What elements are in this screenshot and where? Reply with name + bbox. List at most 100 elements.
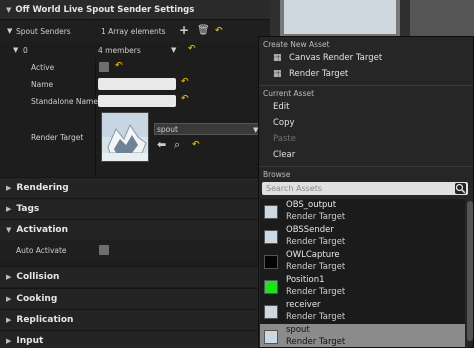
current-asset-header: Current Asset bbox=[263, 88, 315, 98]
active-label: Active bbox=[31, 63, 55, 72]
collapse-triangle-icon[interactable]: ▼ bbox=[7, 26, 12, 36]
category-input-label: Input bbox=[16, 336, 44, 346]
category-cooking-label: Cooking bbox=[16, 294, 58, 304]
clear-menu-item[interactable]: Clear bbox=[259, 147, 473, 162]
search-assets-input[interactable]: Search Assets bbox=[262, 182, 468, 195]
asset-list[interactable]: OBS_output Render Target OBSSender Rende… bbox=[260, 199, 465, 347]
asset-item-owlcapture[interactable]: OWLCapture Render Target bbox=[260, 249, 465, 274]
create-canvas-render-target-item[interactable]: ▦ Canvas Render Target bbox=[259, 50, 473, 65]
black-thumbnail-icon bbox=[264, 255, 278, 269]
category-replication[interactable]: ▶ Replication bbox=[0, 309, 270, 330]
reset-arrow-icon[interactable]: ↶ bbox=[192, 140, 200, 150]
asset-name: OBSSender bbox=[286, 225, 334, 235]
section-divider bbox=[259, 166, 473, 167]
chevron-down-icon[interactable]: ▼ bbox=[171, 45, 176, 55]
standalone-name-label: Standalone Name bbox=[31, 97, 98, 106]
use-selected-arrow-left-icon[interactable]: ⬅ bbox=[157, 139, 166, 150]
asset-item-receiver[interactable]: receiver Render Target bbox=[260, 299, 465, 324]
spout-senders-label: Spout Senders bbox=[16, 27, 71, 36]
name-input[interactable] bbox=[98, 78, 176, 90]
menu-item-label: Edit bbox=[273, 101, 290, 112]
asset-item-obssender[interactable]: OBSSender Render Target bbox=[260, 224, 465, 249]
auto-activate-label: Auto Activate bbox=[16, 246, 67, 255]
expand-triangle-icon: ▶ bbox=[6, 205, 12, 213]
name-label: Name bbox=[31, 80, 54, 89]
asset-item-obs-output[interactable]: OBS_output Render Target bbox=[260, 199, 465, 224]
asset-name: OBS_output bbox=[286, 200, 337, 210]
menu-item-label: Copy bbox=[273, 117, 295, 128]
collapse-triangle-icon: ▼ bbox=[6, 226, 12, 234]
reset-arrow-icon[interactable]: ↶ bbox=[181, 77, 189, 87]
category-rendering[interactable]: ▶ Rendering bbox=[0, 177, 270, 198]
asset-type: Render Target bbox=[286, 212, 346, 222]
category-tags[interactable]: ▶ Tags bbox=[0, 198, 270, 219]
reset-arrow-icon[interactable]: ↶ bbox=[188, 44, 196, 54]
asset-type: Render Target bbox=[286, 287, 346, 297]
reset-arrow-icon[interactable]: ↶ bbox=[115, 61, 123, 71]
details-title: Off World Live Spout Sender Settings bbox=[15, 4, 195, 15]
asset-item-spout[interactable]: spout Render Target bbox=[260, 324, 465, 347]
create-render-target-item[interactable]: ▦ Render Target bbox=[259, 66, 473, 81]
standalone-name-input[interactable] bbox=[98, 95, 176, 107]
render-target-value: spout bbox=[157, 125, 178, 134]
category-activation[interactable]: ▼ Activation bbox=[0, 219, 270, 240]
category-input[interactable]: ▶ Input bbox=[0, 330, 270, 348]
asset-type: Render Target bbox=[286, 312, 346, 322]
category-tags-label: Tags bbox=[16, 204, 40, 214]
asset-name: receiver bbox=[286, 300, 321, 310]
element-index-label: 0 bbox=[23, 46, 28, 55]
asset-name: spout bbox=[286, 325, 310, 335]
expand-triangle-icon: ▶ bbox=[6, 316, 12, 324]
snow-thumbnail-icon bbox=[264, 305, 278, 319]
render-target-combo[interactable]: spout ▼ bbox=[154, 123, 262, 135]
category-cooking[interactable]: ▶ Cooking bbox=[0, 288, 270, 309]
reset-arrow-icon[interactable]: ↶ bbox=[215, 26, 223, 36]
array-element-row: ▼ 0 4 members ▼ ↶ bbox=[0, 42, 270, 58]
collapse-triangle-icon[interactable]: ▼ bbox=[6, 6, 11, 14]
auto-activate-checkbox[interactable] bbox=[99, 245, 109, 255]
render-target-label: Render Target bbox=[31, 133, 84, 142]
paste-menu-item: Paste bbox=[259, 131, 473, 146]
create-new-asset-header: Create New Asset bbox=[263, 39, 330, 49]
details-header[interactable]: ▼ Off World Live Spout Sender Settings bbox=[0, 0, 270, 20]
copy-menu-item[interactable]: Copy bbox=[259, 115, 473, 130]
category-collision[interactable]: ▶ Collision bbox=[0, 266, 270, 287]
collapse-triangle-icon[interactable]: ▼ bbox=[13, 45, 18, 55]
snow-thumbnail-image bbox=[102, 113, 148, 161]
asset-icon: ▦ bbox=[273, 52, 282, 63]
browse-magnifier-icon[interactable]: ⌕ bbox=[174, 139, 180, 150]
add-element-plus-icon[interactable]: + bbox=[179, 24, 189, 36]
scrollbar-thumb[interactable] bbox=[467, 201, 473, 341]
edit-menu-item[interactable]: Edit bbox=[259, 99, 473, 114]
members-count: 4 members bbox=[98, 46, 141, 55]
expand-triangle-icon: ▶ bbox=[6, 295, 12, 303]
asset-type: Render Target bbox=[286, 337, 346, 347]
asset-icon: ▦ bbox=[273, 68, 282, 79]
reset-arrow-icon[interactable]: ↶ bbox=[181, 94, 189, 104]
spout-senders-row: ▼ Spout Senders 1 Array elements + 🗑 ↶ bbox=[0, 21, 270, 42]
menu-item-label: Render Target bbox=[289, 68, 349, 79]
category-rendering-label: Rendering bbox=[16, 183, 69, 193]
auto-activate-row: Auto Activate bbox=[0, 240, 270, 261]
snow-thumbnail-icon bbox=[264, 230, 278, 244]
category-collision-label: Collision bbox=[16, 272, 60, 282]
expand-triangle-icon: ▶ bbox=[6, 337, 12, 345]
search-icon[interactable] bbox=[455, 183, 466, 194]
browse-header: Browse bbox=[263, 169, 291, 179]
snow-thumbnail-icon bbox=[264, 205, 278, 219]
expand-triangle-icon: ▶ bbox=[6, 273, 12, 281]
snow-thumbnail-icon bbox=[264, 330, 278, 344]
menu-item-label: Paste bbox=[273, 133, 296, 144]
menu-item-label: Canvas Render Target bbox=[289, 52, 383, 63]
category-activation-label: Activation bbox=[16, 225, 68, 235]
search-placeholder: Search Assets bbox=[266, 184, 323, 193]
asset-type: Render Target bbox=[286, 237, 346, 247]
asset-list-scrollbar[interactable] bbox=[466, 199, 473, 347]
section-divider bbox=[259, 85, 473, 86]
expand-triangle-icon: ▶ bbox=[6, 184, 12, 192]
render-target-thumbnail[interactable] bbox=[101, 112, 149, 162]
delete-trash-icon[interactable]: 🗑 bbox=[197, 26, 210, 36]
asset-type: Render Target bbox=[286, 262, 346, 272]
asset-item-position1[interactable]: Position1 Render Target bbox=[260, 274, 465, 299]
active-checkbox[interactable] bbox=[99, 62, 109, 72]
